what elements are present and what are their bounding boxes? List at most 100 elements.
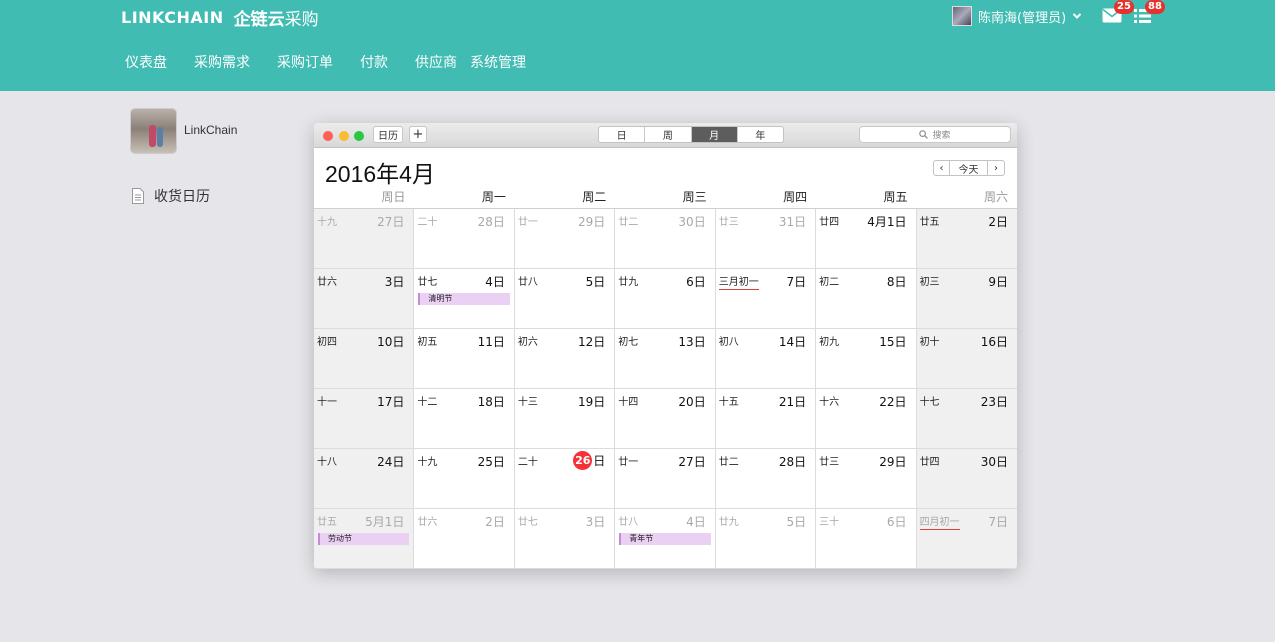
calendar-day-cell[interactable]: 二十 26 日 [514,449,616,509]
lunar-date: 廿三 [718,217,739,228]
calendar-day-cell[interactable]: 廿七 3日 [514,509,616,569]
calendar-day-cell[interactable]: 廿一 27日 [615,449,716,509]
sidebar-item-receiving-calendar[interactable]: 收货日历 [154,186,210,206]
calendar-day-cell[interactable]: 三月初一 7日 [715,269,817,329]
view-week-tab[interactable]: 周 [645,127,692,142]
day-number: 27日 [377,215,405,229]
tasks-button[interactable]: 88 [1134,0,1165,25]
calendar-event[interactable]: 清明节 [418,293,510,305]
calendars-button[interactable]: 日历 [373,126,403,143]
next-month-button[interactable]: › [988,160,1005,176]
brand-name-cn: 企链云采购 [234,5,319,30]
calendar-day-cell[interactable]: 廿一 29日 [514,209,616,269]
calendar-day-cell[interactable]: 十一 17日 [314,389,415,449]
calendar-day-cell[interactable]: 廿三 29日 [816,449,917,509]
calendar-day-cell[interactable]: 十二 18日 [414,389,515,449]
nav-suppliers[interactable]: 供应商 [415,52,457,72]
weekday-label: 周日 [381,190,406,204]
prev-month-button[interactable]: ‹ [933,160,950,176]
user-name: 陈南海(管理员) [978,10,1067,26]
maximize-window-button[interactable] [354,131,364,141]
lunar-date: 初九 [819,337,840,348]
calendar-day-cell[interactable]: 初六 12日 [514,329,616,389]
calendar-day-cell[interactable]: 廿六 3日 [314,269,415,329]
lunar-date: 初七 [618,337,639,348]
day-number: 5日 [786,515,807,529]
calendar-day-cell[interactable]: 廿九 6日 [615,269,716,329]
close-window-button[interactable] [323,131,333,141]
lunar-date: 十六 [819,397,840,408]
calendar-day-cell[interactable]: 初五 11日 [414,329,515,389]
calendar-day-cell[interactable]: 十八 24日 [314,449,415,509]
lunar-date: 十七 [919,397,940,408]
today-button[interactable]: 今天 [950,160,988,176]
nav-purchase-requests[interactable]: 采购需求 [194,52,250,72]
calendar-titlebar: 日历 + 日 周 月 年 搜索 [314,123,1017,148]
nav-system-settings[interactable]: 系统管理 [470,52,526,72]
day-number: 28日 [778,455,807,469]
day-number: 4日 [686,515,706,529]
day-number: 17日 [377,395,405,409]
calendar-day-cell[interactable]: 二十 28日 [414,209,515,269]
brand-logo[interactable]: LINKCHAIN 企链云采购 [121,5,319,30]
calendar-day-cell[interactable]: 十七 23日 [916,389,1017,449]
calendar-day-cell[interactable]: 廿五 2日 [916,209,1017,269]
calendar-day-cell[interactable]: 初十 16日 [916,329,1017,389]
calendar-day-cell[interactable]: 廿四 30日 [916,449,1017,509]
user-menu[interactable]: 陈南海(管理员) [952,5,1082,27]
calendar-day-cell[interactable]: 廿四 4月1日 [816,209,917,269]
nav-purchase-orders[interactable]: 采购订单 [277,52,333,72]
calendar-event[interactable]: 青年节 [619,533,711,545]
calendar-day-cell[interactable]: 初二 8日 [816,269,917,329]
view-month-tab[interactable]: 月 [691,127,738,142]
lunar-date: 廿九 [718,517,739,528]
nav-dashboard[interactable]: 仪表盘 [125,52,167,72]
calendar-day-cell[interactable]: 十九 27日 [314,209,415,269]
lunar-date: 廿四 [819,217,840,228]
calendar-day-cell[interactable]: 十九 25日 [414,449,515,509]
view-day-tab[interactable]: 日 [599,127,646,142]
calendar-day-cell[interactable]: 初八 14日 [715,329,817,389]
lunar-date: 十二 [417,397,438,408]
calendar-day-cell[interactable]: 廿二 28日 [715,449,817,509]
day-number: 2日 [485,515,505,529]
nav-payments[interactable]: 付款 [360,52,388,72]
lunar-date: 十八 [317,457,337,468]
day-number: 7日 [786,275,807,289]
day-number: 2日 [988,215,1008,229]
search-input[interactable]: 搜索 [859,126,1011,143]
lunar-date: 初十 [919,337,940,348]
brand-name-cn-rest: 采购 [284,9,319,30]
calendar-day-cell[interactable]: 廿九 5日 [715,509,817,569]
calendar-day-cell[interactable]: 廿二 30日 [615,209,716,269]
day-number: 15日 [879,335,907,349]
calendar-day-cell[interactable]: 廿五 5月1日 劳动节 [314,509,415,569]
calendar-day-cell[interactable]: 廿三 31日 [715,209,817,269]
view-year-tab[interactable]: 年 [738,127,783,142]
calendar-day-cell[interactable]: 十五 21日 [715,389,817,449]
calendar-day-cell[interactable]: 十四 20日 [615,389,716,449]
calendar-day-cell[interactable]: 廿六 2日 [414,509,515,569]
calendar-day-cell[interactable]: 廿七 4日 清明节 [414,269,515,329]
calendar-event[interactable]: 劳动节 [318,533,410,545]
task-count-badge: 88 [1145,0,1165,14]
profile-avatar[interactable] [130,108,177,154]
calendar-day-cell[interactable]: 廿八 5日 [514,269,616,329]
calendar-day-cell[interactable]: 初四 10日 [314,329,415,389]
lunar-date: 三十 [819,517,840,528]
lunar-date: 廿七 [517,517,538,528]
calendar-day-cell[interactable]: 初三 9日 [916,269,1017,329]
calendar-day-cell[interactable]: 初七 13日 [615,329,716,389]
calendar-day-cell[interactable]: 初九 15日 [816,329,917,389]
calendar-day-cell[interactable]: 四月初一 7日 [916,509,1017,569]
calendar-day-cell[interactable]: 廿八 4日 青年节 [615,509,716,569]
minimize-window-button[interactable] [339,131,349,141]
calendar-day-cell[interactable]: 十三 19日 [514,389,616,449]
messages-button[interactable]: 25 [1102,0,1134,24]
add-event-button[interactable]: + [409,126,427,143]
calendar-day-cell[interactable]: 三十 6日 [816,509,917,569]
day-number: 21日 [778,395,807,409]
calendar-day-cell[interactable]: 十六 22日 [816,389,917,449]
day-number: 9日 [988,275,1008,289]
search-placeholder: 搜索 [932,131,951,141]
